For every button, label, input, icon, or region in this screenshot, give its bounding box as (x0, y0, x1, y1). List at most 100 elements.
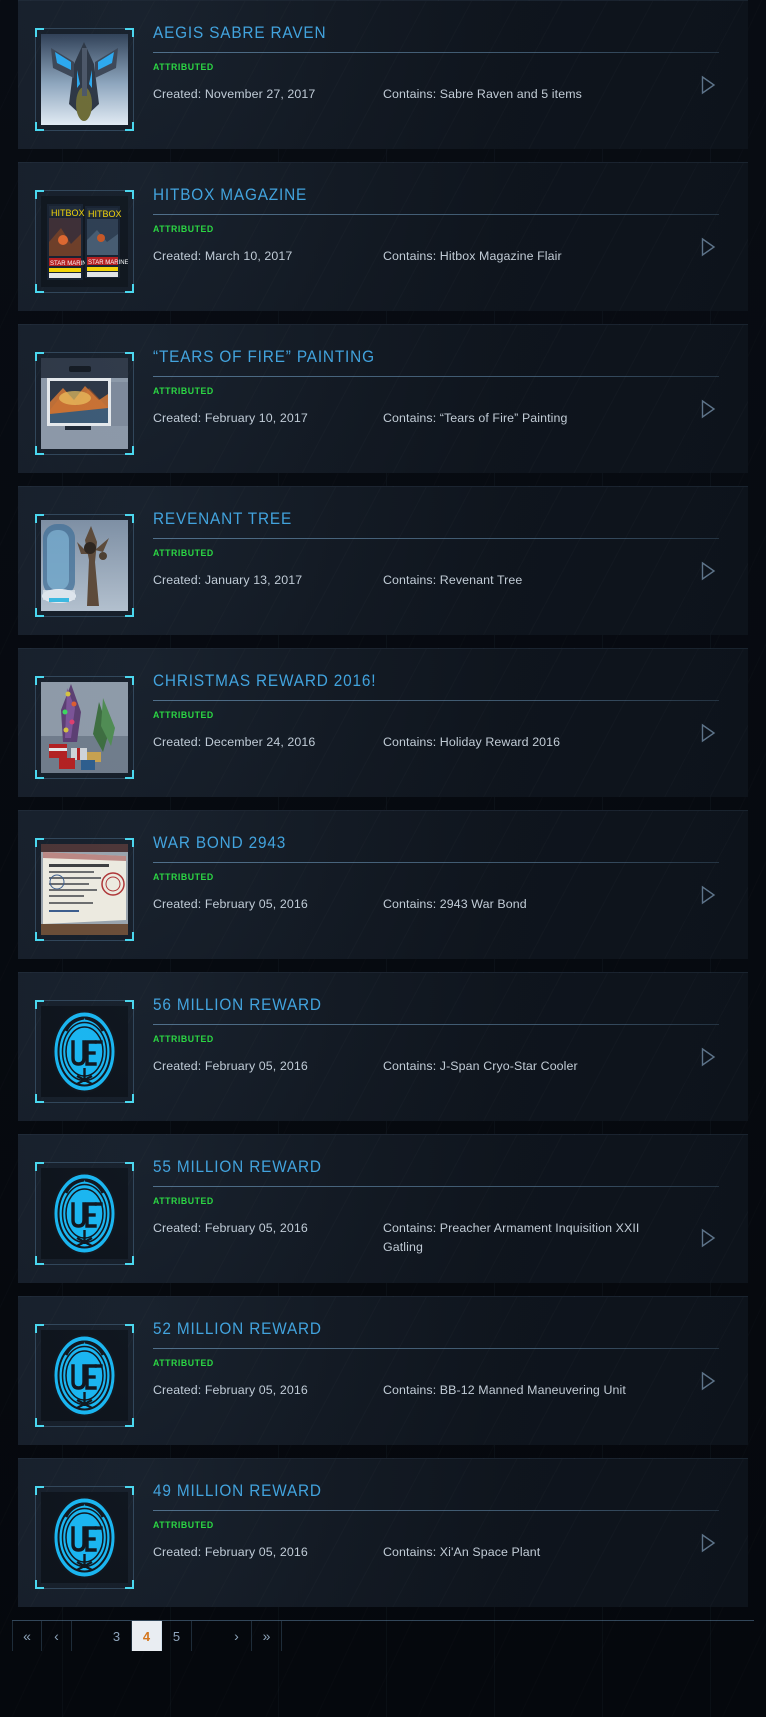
collection-card[interactable]: 52 MILLION REWARD ATTRIBUTED Created: Fe… (18, 1296, 748, 1445)
card-thumbnail[interactable] (35, 1162, 134, 1265)
card-created-date: Created: February 05, 2016 (153, 1382, 308, 1397)
card-thumbnail[interactable] (35, 838, 134, 941)
card-contains: Contains: Hitbox Magazine Flair (383, 248, 562, 263)
pagination-page-3[interactable]: 3 (102, 1621, 132, 1651)
card-body: WAR BOND 2943 ATTRIBUTED Created: Februa… (134, 829, 732, 914)
card-expand-arrow-icon[interactable] (699, 1228, 717, 1248)
collection-card[interactable]: “TEARS OF FIRE” PAINTING ATTRIBUTED Crea… (18, 324, 748, 473)
card-title[interactable]: CHRISTMAS REWARD 2016! (153, 672, 691, 700)
card-meta: Created: November 27, 2017 Contains: Sab… (153, 85, 732, 104)
card-divider (153, 213, 719, 215)
collection-card[interactable]: CHRISTMAS REWARD 2016! ATTRIBUTED Create… (18, 648, 748, 797)
collection-card[interactable]: HITBOX STAR MARINE HITBOX STAR MARINE HI… (18, 162, 748, 311)
card-thumbnail[interactable] (35, 1324, 134, 1427)
sabre-raven-ship-thumbnail (41, 34, 128, 125)
collection-card[interactable]: REVENANT TREE ATTRIBUTED Created: Januar… (18, 486, 748, 635)
card-title[interactable]: AEGIS SABRE RAVEN (153, 24, 691, 52)
card-expand-arrow-icon[interactable] (699, 885, 717, 905)
card-body: AEGIS SABRE RAVEN ATTRIBUTED Created: No… (134, 19, 732, 104)
card-meta: Created: February 10, 2017 Contains: “Te… (153, 409, 732, 428)
svg-text:STAR MARINE: STAR MARINE (50, 261, 91, 267)
card-meta: Created: January 13, 2017 Contains: Reve… (153, 571, 732, 590)
status-badge: ATTRIBUTED (153, 871, 214, 883)
card-body: HITBOX MAGAZINE ATTRIBUTED Created: Marc… (134, 181, 732, 266)
card-expand-arrow-icon[interactable] (699, 399, 717, 419)
card-contains: Contains: BB-12 Manned Maneuvering Unit (383, 1382, 626, 1397)
card-expand-arrow-icon[interactable] (699, 237, 717, 257)
card-expand-arrow-icon[interactable] (699, 723, 717, 743)
status-badge: ATTRIBUTED (153, 709, 214, 721)
pagination-first[interactable]: « (12, 1621, 42, 1651)
card-body: 55 MILLION REWARD ATTRIBUTED Created: Fe… (134, 1153, 732, 1257)
collection-card[interactable]: AEGIS SABRE RAVEN ATTRIBUTED Created: No… (18, 0, 748, 149)
card-body: CHRISTMAS REWARD 2016! ATTRIBUTED Create… (134, 667, 732, 752)
card-thumbnail[interactable] (35, 1000, 134, 1103)
card-body: 52 MILLION REWARD ATTRIBUTED Created: Fe… (134, 1315, 732, 1400)
status-badge: ATTRIBUTED (153, 1519, 214, 1531)
card-thumbnail[interactable] (35, 1486, 134, 1589)
card-expand-arrow-icon[interactable] (699, 75, 717, 95)
card-title[interactable]: 56 MILLION REWARD (153, 996, 691, 1024)
card-created-date: Created: March 10, 2017 (153, 248, 293, 263)
pagination-prev[interactable]: ‹ (42, 1621, 72, 1651)
status-badge: ATTRIBUTED (153, 223, 214, 235)
pagination-spacer-2 (192, 1621, 222, 1651)
card-contains: Contains: 2943 War Bond (383, 896, 527, 911)
card-divider (153, 1347, 719, 1349)
uee-logo-thumbnail (41, 1330, 128, 1421)
pagination-page-4[interactable]: 4 (132, 1621, 162, 1651)
card-title[interactable]: 49 MILLION REWARD (153, 1482, 691, 1510)
card-thumbnail[interactable] (35, 676, 134, 779)
uee-logo-thumbnail (41, 1492, 128, 1583)
collection-card[interactable]: 56 MILLION REWARD ATTRIBUTED Created: Fe… (18, 972, 748, 1121)
collection-card[interactable]: 49 MILLION REWARD ATTRIBUTED Created: Fe… (18, 1458, 748, 1607)
card-thumbnail[interactable] (35, 352, 134, 455)
card-divider (153, 375, 719, 377)
card-meta: Created: February 05, 2016 Contains: J-S… (153, 1057, 732, 1076)
card-divider (153, 699, 719, 701)
pagination-page-5[interactable]: 5 (162, 1621, 192, 1651)
collection-card[interactable]: WAR BOND 2943 ATTRIBUTED Created: Februa… (18, 810, 748, 959)
card-title[interactable]: 52 MILLION REWARD (153, 1320, 691, 1348)
svg-text:STAR MARINE: STAR MARINE (88, 260, 128, 266)
pagination-next[interactable]: › (222, 1621, 252, 1651)
card-contains: Contains: Xi'An Space Plant (383, 1544, 541, 1559)
item-list: AEGIS SABRE RAVEN ATTRIBUTED Created: No… (0, 0, 766, 1607)
svg-text:HITBOX: HITBOX (51, 208, 85, 218)
card-expand-arrow-icon[interactable] (699, 561, 717, 581)
card-thumbnail[interactable] (35, 514, 134, 617)
card-contains: Contains: “Tears of Fire” Painting (383, 410, 568, 425)
pagination-last[interactable]: » (252, 1621, 282, 1651)
revenant-tree-thumbnail (41, 520, 128, 611)
card-contains: Contains: J-Span Cryo-Star Cooler (383, 1058, 578, 1073)
uee-logo-thumbnail (41, 1006, 128, 1097)
card-thumbnail[interactable]: HITBOX STAR MARINE HITBOX STAR MARINE (35, 190, 134, 293)
status-badge: ATTRIBUTED (153, 385, 214, 397)
hitbox-magazine-thumbnail: HITBOX STAR MARINE HITBOX STAR MARINE (41, 196, 128, 287)
card-expand-arrow-icon[interactable] (699, 1047, 717, 1067)
card-thumbnail[interactable] (35, 28, 134, 131)
card-title[interactable]: WAR BOND 2943 (153, 834, 691, 862)
card-divider (153, 861, 719, 863)
pagination-container: « ‹ 3 4 5 › » (0, 1620, 766, 1651)
card-created-date: Created: February 05, 2016 (153, 896, 308, 911)
card-title[interactable]: “TEARS OF FIRE” PAINTING (153, 348, 691, 376)
pagination[interactable]: « ‹ 3 4 5 › » (12, 1620, 754, 1651)
card-expand-arrow-icon[interactable] (699, 1371, 717, 1391)
card-title[interactable]: 55 MILLION REWARD (153, 1158, 691, 1186)
card-divider (153, 51, 719, 53)
christmas-reward-thumbnail (41, 682, 128, 773)
status-badge: ATTRIBUTED (153, 1033, 214, 1045)
status-badge: ATTRIBUTED (153, 1195, 214, 1207)
pagination-spacer (72, 1621, 102, 1651)
card-meta: Created: February 05, 2016 Contains: BB-… (153, 1381, 732, 1400)
card-expand-arrow-icon[interactable] (699, 1533, 717, 1553)
card-meta: Created: March 10, 2017 Contains: Hitbox… (153, 247, 732, 266)
card-contains: Contains: Sabre Raven and 5 items (383, 86, 582, 101)
card-title[interactable]: REVENANT TREE (153, 510, 691, 538)
card-title[interactable]: HITBOX MAGAZINE (153, 186, 691, 214)
card-created-date: Created: February 05, 2016 (153, 1220, 308, 1235)
card-contains: Contains: Holiday Reward 2016 (383, 734, 561, 749)
collection-card[interactable]: 55 MILLION REWARD ATTRIBUTED Created: Fe… (18, 1134, 748, 1283)
card-divider (153, 1509, 719, 1511)
